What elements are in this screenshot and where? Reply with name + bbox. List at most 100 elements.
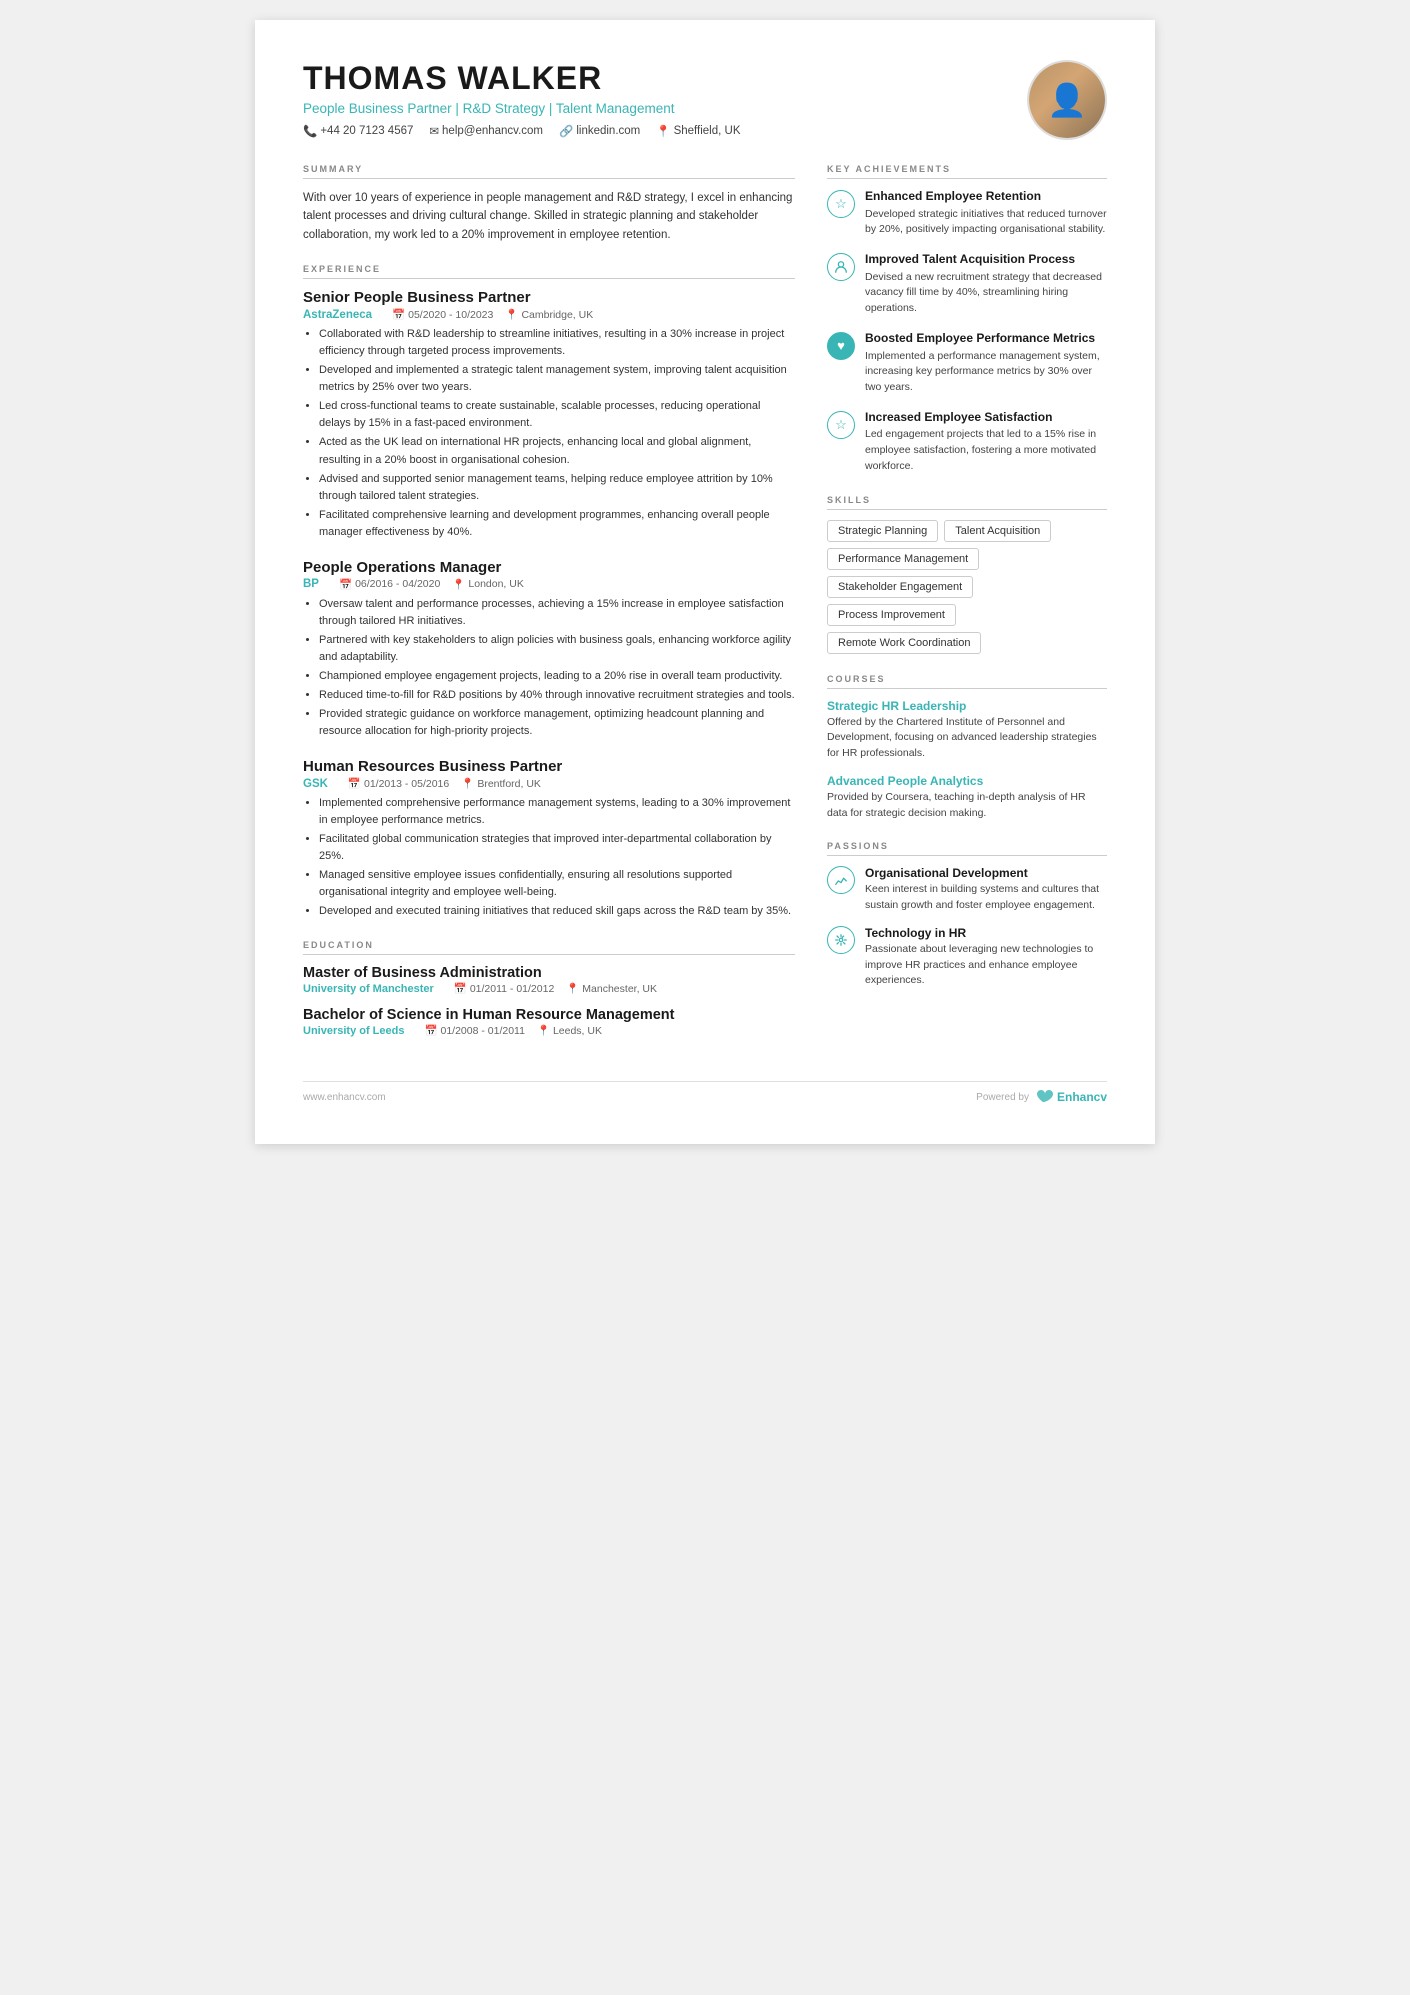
passion-1-desc: Keen interest in building systems and cu…	[865, 882, 1107, 914]
edu-2: Bachelor of Science in Human Resource Ma…	[303, 1007, 795, 1037]
achievement-4-desc: Led engagement projects that led to a 15…	[865, 427, 1107, 474]
passions-label: PASSIONS	[827, 841, 1107, 856]
enhancv-heart-icon	[1033, 1090, 1053, 1104]
bullet: Managed sensitive employee issues confid…	[319, 867, 795, 901]
passion-1: Organisational Development Keen interest…	[827, 866, 1107, 914]
bullet: Led cross-functional teams to create sus…	[319, 398, 795, 432]
education-label: EDUCATION	[303, 940, 795, 955]
skills-grid: Strategic Planning Talent Acquisition Pe…	[827, 520, 1107, 654]
job-3-meta: GSK 📅 01/2013 - 05/2016 📍 Brentford, UK	[303, 777, 795, 790]
edu-1-dates-loc: 📅 01/2011 - 01/2012 📍 Manchester, UK	[454, 982, 657, 995]
calendar-icon: 📅	[454, 983, 467, 995]
skill-strategic-planning: Strategic Planning	[827, 520, 938, 542]
passion-1-title: Organisational Development	[865, 866, 1107, 880]
job-2-meta: BP 📅 06/2016 - 04/2020 📍 London, UK	[303, 578, 795, 591]
job-1: Senior People Business Partner AstraZene…	[303, 289, 795, 541]
bullet: Implemented comprehensive performance ma…	[319, 795, 795, 829]
passion-2-desc: Passionate about leveraging new technolo…	[865, 942, 1107, 989]
bullet: Advised and supported senior management …	[319, 471, 795, 505]
pin-icon: 📍	[452, 578, 465, 591]
right-column: KEY ACHIEVEMENTS ☆ Enhanced Employee Ret…	[827, 164, 1107, 1057]
passion-2: Technology in HR Passionate about levera…	[827, 926, 1107, 989]
edu-2-degree: Bachelor of Science in Human Resource Ma…	[303, 1007, 795, 1023]
achievement-1-desc: Developed strategic initiatives that red…	[865, 207, 1107, 239]
edu-1-location: 📍 Manchester, UK	[566, 982, 657, 995]
job-1-title: Senior People Business Partner	[303, 289, 795, 306]
edu-1-school: University of Manchester	[303, 983, 434, 995]
footer-powered-by: Powered by Enhancv	[976, 1090, 1107, 1104]
email-contact: ✉ help@enhancv.com	[429, 124, 543, 138]
course-1-desc: Offered by the Chartered Institute of Pe…	[827, 715, 1107, 762]
job-1-meta: AstraZeneca 📅 05/2020 - 10/2023 📍 Cambri…	[303, 308, 795, 321]
achievement-3: ♥ Boosted Employee Performance Metrics I…	[827, 331, 1107, 396]
job-3-title: Human Resources Business Partner	[303, 758, 795, 775]
edu-2-location: 📍 Leeds, UK	[537, 1024, 602, 1037]
course-2-desc: Provided by Coursera, teaching in-depth …	[827, 790, 1107, 822]
calendar-icon: 📅	[339, 578, 352, 591]
passion-2-icon	[827, 926, 855, 954]
achievement-3-title: Boosted Employee Performance Metrics	[865, 331, 1107, 347]
skill-remote-work: Remote Work Coordination	[827, 632, 981, 654]
passions-section: PASSIONS Organisational Development Keen…	[827, 841, 1107, 989]
job-3-location: 📍 Brentford, UK	[461, 777, 541, 790]
summary-text: With over 10 years of experience in peop…	[303, 189, 795, 244]
job-1-location: 📍 Cambridge, UK	[505, 308, 593, 321]
job-2: People Operations Manager BP 📅 06/2016 -…	[303, 559, 795, 740]
job-1-bullets: Collaborated with R&D leadership to stre…	[303, 326, 795, 541]
skills-section: SKILLS Strategic Planning Talent Acquisi…	[827, 495, 1107, 654]
skill-performance-management: Performance Management	[827, 548, 979, 570]
achievements-section: KEY ACHIEVEMENTS ☆ Enhanced Employee Ret…	[827, 164, 1107, 475]
edu-1-degree: Master of Business Administration	[303, 965, 795, 981]
calendar-icon: 📅	[424, 1025, 437, 1037]
email-icon: ✉	[429, 124, 439, 138]
pin-icon: 📍	[461, 777, 474, 790]
job-2-bullets: Oversaw talent and performance processes…	[303, 596, 795, 740]
calendar-icon: 📅	[392, 308, 405, 321]
body-layout: SUMMARY With over 10 years of experience…	[303, 164, 1107, 1057]
achievement-1-content: Enhanced Employee Retention Developed st…	[865, 189, 1107, 238]
course-2-title: Advanced People Analytics	[827, 774, 1107, 788]
bullet: Oversaw talent and performance processes…	[319, 596, 795, 630]
job-3-dates-loc: 📅 01/2013 - 05/2016 📍 Brentford, UK	[348, 777, 541, 790]
powered-by-text: Powered by	[976, 1092, 1029, 1103]
job-2-dates: 📅 06/2016 - 04/2020	[339, 578, 440, 591]
skills-label: SKILLS	[827, 495, 1107, 510]
resume-page: THOMAS WALKER People Business Partner | …	[255, 20, 1155, 1144]
bullet: Championed employee engagement projects,…	[319, 668, 795, 685]
linkedin-icon: 🔗	[559, 124, 573, 138]
calendar-icon: 📅	[348, 777, 361, 790]
phone-icon: 📞	[303, 124, 317, 138]
course-1: Strategic HR Leadership Offered by the C…	[827, 699, 1107, 762]
edu-2-meta: University of Leeds 📅 01/2008 - 01/2011 …	[303, 1024, 795, 1037]
summary-section: SUMMARY With over 10 years of experience…	[303, 164, 795, 244]
edu-2-dates: 📅 01/2008 - 01/2011	[424, 1024, 524, 1037]
bullet: Provided strategic guidance on workforce…	[319, 706, 795, 740]
edu-1: Master of Business Administration Univer…	[303, 965, 795, 995]
edu-2-school: University of Leeds	[303, 1025, 404, 1037]
achievement-2-content: Improved Talent Acquisition Process Devi…	[865, 252, 1107, 317]
course-2: Advanced People Analytics Provided by Co…	[827, 774, 1107, 822]
edu-1-meta: University of Manchester 📅 01/2011 - 01/…	[303, 982, 795, 995]
achievement-4-content: Increased Employee Satisfaction Led enga…	[865, 410, 1107, 475]
courses-label: COURSES	[827, 674, 1107, 689]
achievement-2-icon	[827, 253, 855, 281]
passion-2-title: Technology in HR	[865, 926, 1107, 940]
achievement-3-desc: Implemented a performance management sys…	[865, 349, 1107, 396]
achievement-3-icon: ♥	[827, 332, 855, 360]
job-3-company: GSK	[303, 778, 328, 790]
avatar-image: 👤	[1029, 62, 1105, 138]
phone-contact: 📞 +44 20 7123 4567	[303, 124, 413, 138]
bullet: Developed and executed training initiati…	[319, 903, 795, 920]
achievement-4: ☆ Increased Employee Satisfaction Led en…	[827, 410, 1107, 475]
summary-label: SUMMARY	[303, 164, 795, 179]
job-3-dates: 📅 01/2013 - 05/2016	[348, 777, 449, 790]
location-contact: 📍 Sheffield, UK	[656, 124, 740, 138]
bullet: Facilitated comprehensive learning and d…	[319, 507, 795, 541]
skill-stakeholder-engagement: Stakeholder Engagement	[827, 576, 973, 598]
pin-icon: 📍	[505, 308, 518, 321]
achievement-1-title: Enhanced Employee Retention	[865, 189, 1107, 205]
achievement-1-icon: ☆	[827, 190, 855, 218]
passion-2-content: Technology in HR Passionate about levera…	[865, 926, 1107, 989]
achievement-1: ☆ Enhanced Employee Retention Developed …	[827, 189, 1107, 238]
candidate-title: People Business Partner | R&D Strategy |…	[303, 101, 1027, 116]
